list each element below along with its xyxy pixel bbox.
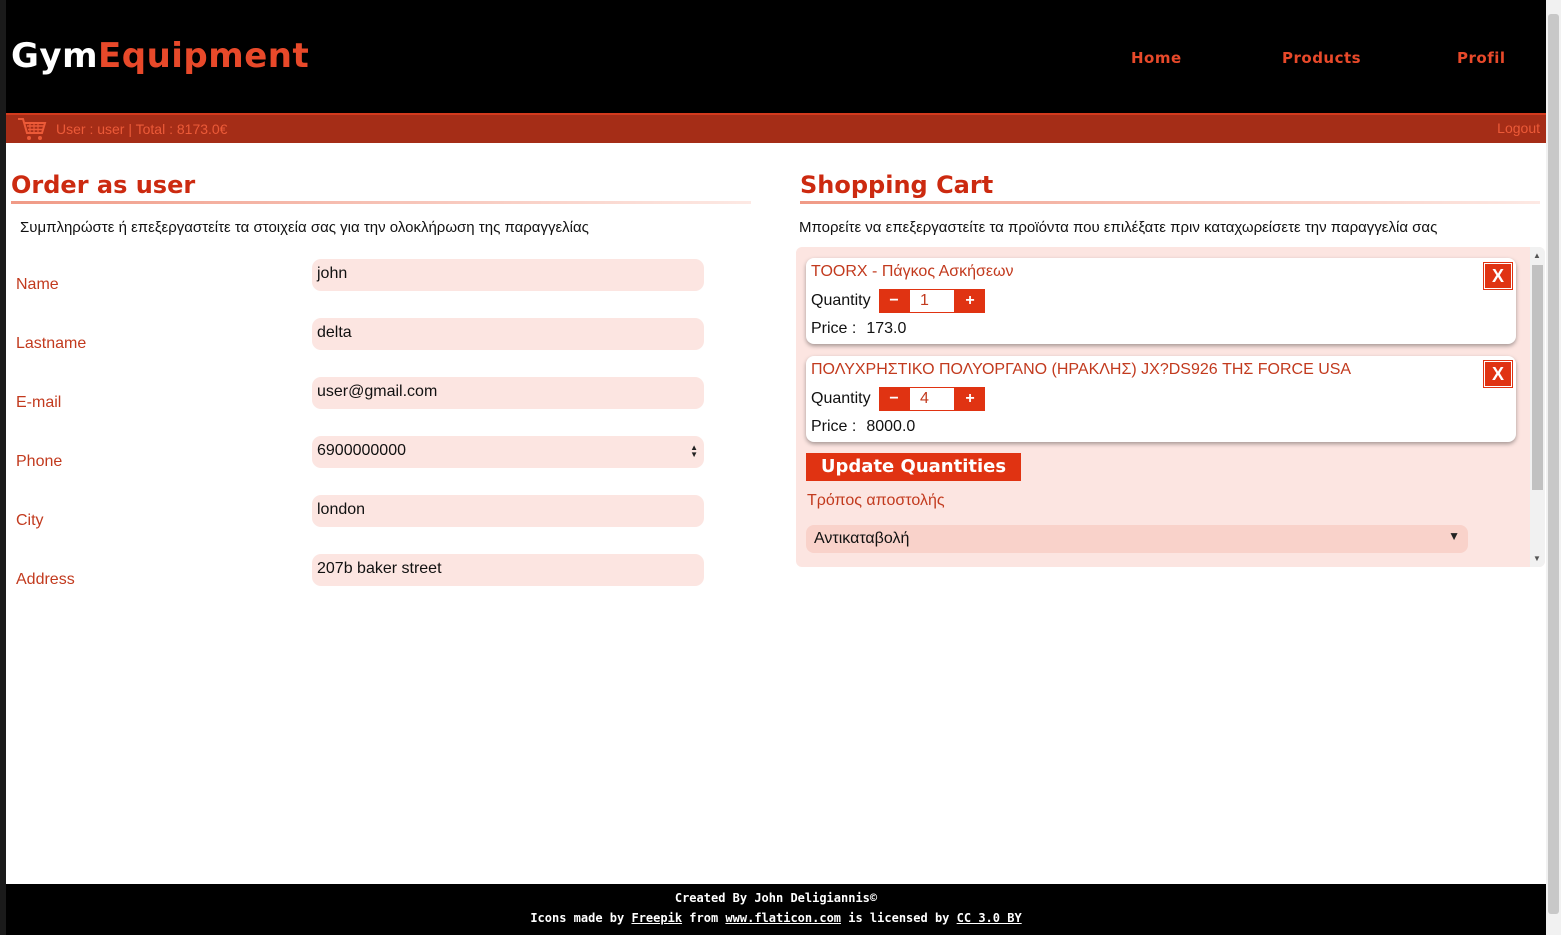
city-value: london [317,501,366,518]
cart-description: Μπορείτε να επεξεργαστείτε τα προϊόντα π… [799,219,1438,236]
phone-value: 6900000000 [317,442,406,459]
email-input[interactable]: user@gmail.com [312,377,704,409]
item-name: ΠΟΛΥΧΡΗΣΤΙΚΟ ΠΟΛΥΟΡΓΑΝΟ (ΗΡΑΚΛΗΣ) JX?DS9… [811,361,1352,378]
decrease-quantity-button[interactable]: − [879,289,909,313]
cart-title: Shopping Cart [800,171,994,199]
lastname-input[interactable]: delta [312,318,704,350]
chevron-down-icon: ▼ [1448,529,1460,543]
phone-input[interactable]: 6900000000 ▲ ▼ [312,436,704,468]
number-spinner-icon[interactable]: ▲ ▼ [690,444,698,459]
address-input[interactable]: 207b baker street [312,554,704,586]
footer-credit: Created By John Deligiannis© [674,891,878,905]
price-label: Price : [811,418,857,435]
price-row: Price : 8000.0 [811,418,915,436]
logout-link[interactable]: Logout [1497,120,1540,136]
remove-item-button[interactable]: X [1483,360,1513,388]
quantity-label: Quantity [811,390,871,407]
license-link[interactable]: CC 3.0 BY [957,911,1022,925]
quantity-label: Quantity [811,292,871,309]
attribution-prefix: Icons made by [530,911,625,925]
update-quantities-button[interactable]: Update Quantities [806,453,1021,481]
quantity-input[interactable]: 1 [909,289,955,313]
order-title-underline [11,201,751,204]
price-label: Price : [811,320,857,337]
cart-panel: TOORX - Πάγκος Ασκήσεων X Quantity − 1 +… [796,247,1545,567]
close-icon: X [1491,364,1504,384]
email-label: E-mail [16,394,62,411]
logo-part-1: Gym [11,36,98,76]
decrease-quantity-button[interactable]: − [879,387,909,411]
item-name: TOORX - Πάγκος Ασκήσεων [811,263,1014,280]
shopping-cart-icon[interactable] [16,116,48,147]
user-bar: User : user | Total : 8173.0€ Logout [6,113,1546,143]
site-footer: Created By John Deligiannis© Icons made … [6,884,1546,935]
site-logo[interactable]: GymEquipment [11,36,309,76]
lastname-value: delta [317,324,352,341]
email-value: user@gmail.com [317,383,438,400]
scroll-up-icon[interactable]: ▲ [1533,251,1541,260]
price-value: 8000.0 [866,418,916,435]
attribution-from: from [689,911,719,925]
increase-quantity-button[interactable]: + [955,289,985,313]
flaticon-link[interactable]: www.flaticon.com [725,911,841,925]
price-row: Price : 173.0 [811,320,906,338]
shipping-method-select[interactable]: Αντικαταβολή ▼ [806,525,1468,553]
nav-home[interactable]: Home [1131,49,1182,67]
shipping-method-value: Αντικαταβολή [814,530,910,547]
address-value: 207b baker street [317,560,442,577]
increase-quantity-button[interactable]: + [955,387,985,411]
city-label: City [16,512,44,529]
cart-scroll-thumb[interactable] [1532,265,1543,490]
cart-title-underline [800,201,1540,204]
name-label: Name [16,276,59,293]
page: GymEquipment Home Products Profil User :… [6,0,1546,935]
scroll-down-icon[interactable]: ▼ [1533,554,1541,563]
quantity-input[interactable]: 4 [909,387,955,411]
city-input[interactable]: london [312,495,704,527]
site-header: GymEquipment Home Products Profil [6,0,1546,113]
shipping-method-label: Τρόπος αποστολής [807,492,945,509]
cart-scrollbar[interactable]: ▲ ▼ [1530,247,1545,567]
user-total-info: User : user | Total : 8173.0€ [56,121,228,137]
order-description: Συμπληρώστε ή επεξεργαστείτε τα στοιχεία… [20,219,589,236]
remove-item-button[interactable]: X [1483,262,1513,290]
logo-part-2: Equipment [98,36,310,76]
page-scroll-thumb[interactable] [1548,14,1559,914]
lastname-label: Lastname [16,335,87,352]
name-input[interactable]: john [312,259,704,291]
close-icon: X [1491,266,1504,286]
footer-attribution: Icons made by Freepik from www.flaticon.… [6,911,1546,925]
address-label: Address [16,571,75,588]
cart-item: ΠΟΛΥΧΡΗΣΤΙΚΟ ΠΟΛΥΟΡΓΑΝΟ (ΗΡΑΚΛΗΣ) JX?DS9… [806,356,1516,442]
page-scrollbar[interactable] [1546,0,1561,935]
name-value: john [317,265,348,282]
nav-profile[interactable]: Profil [1457,49,1506,67]
attribution-licensed: is licensed by [848,911,950,925]
price-value: 173.0 [866,320,907,337]
cart-item: TOORX - Πάγκος Ασκήσεων X Quantity − 1 +… [806,258,1516,344]
freepik-link[interactable]: Freepik [631,911,682,925]
nav-products[interactable]: Products [1282,49,1361,67]
phone-label: Phone [16,453,63,470]
order-title: Order as user [11,171,196,199]
